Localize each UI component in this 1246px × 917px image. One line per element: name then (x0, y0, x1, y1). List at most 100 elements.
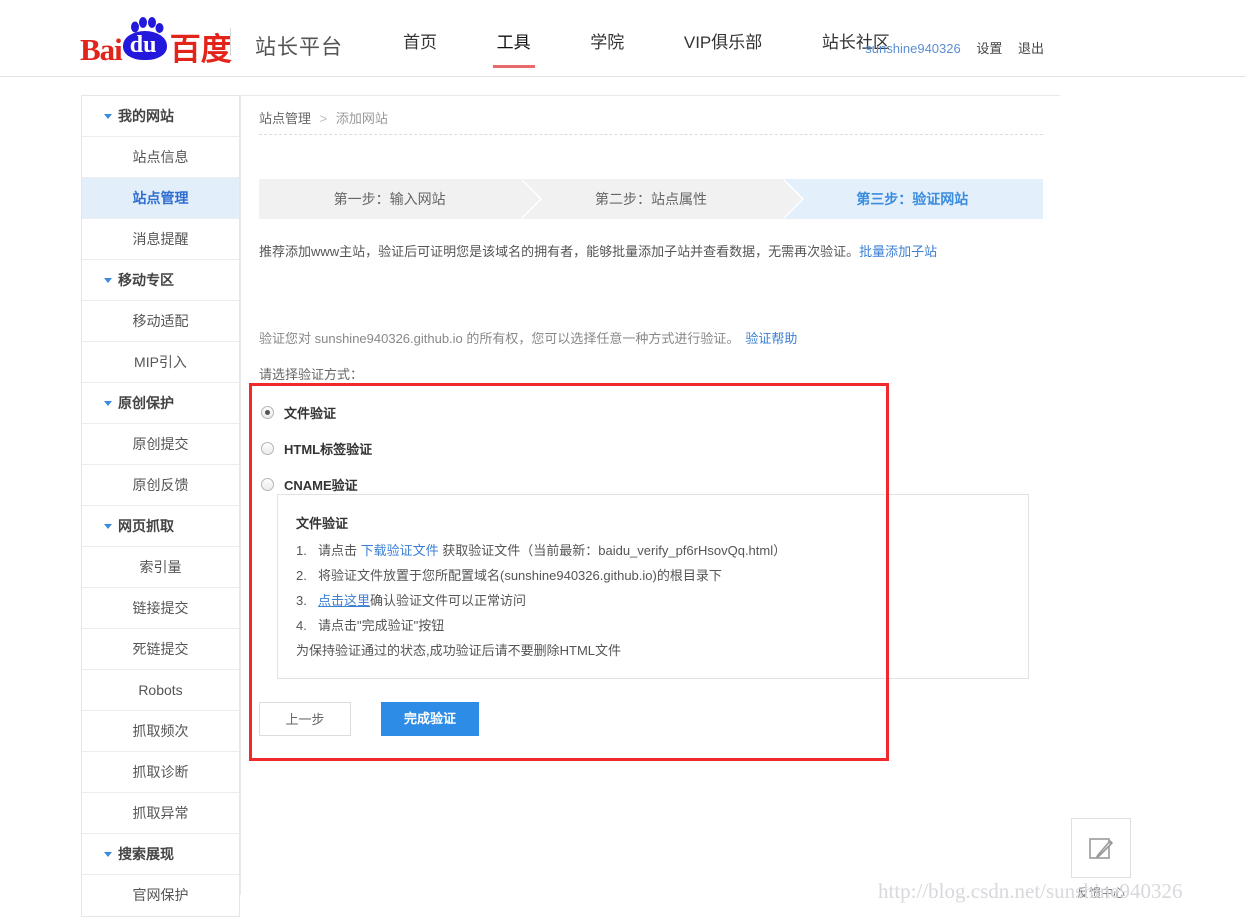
chevron-down-icon (104, 524, 112, 529)
main-nav: 首页 工具 学院 VIP俱乐部 站长社区 (375, 22, 918, 76)
sidebar-item-mobile-adaptation[interactable]: 移动适配 (82, 301, 239, 342)
settings-link[interactable]: 设置 (976, 41, 1002, 56)
nav-item-tools[interactable]: 工具 (475, 22, 553, 76)
feedback-icon-box[interactable] (1071, 818, 1131, 878)
step-1[interactable]: 第一步：输入网站 (259, 179, 543, 219)
sidebar-item-crawl-frequency[interactable]: 抓取频次 (82, 711, 239, 752)
logo-du-text: du (129, 32, 157, 58)
instruction-pre-text: 请点击"完成验证"按钮 (318, 618, 445, 633)
logout-link[interactable]: 退出 (1018, 41, 1044, 56)
ownership-note: 验证您对 sunshine940326.github.io 的所有权，您可以选择… (259, 328, 797, 347)
chevron-down-icon (104, 401, 112, 406)
baidu-logo[interactable]: Bai du 百度 (80, 17, 232, 69)
instruction-number: 4. (296, 618, 307, 633)
sidebar-group-web-crawl[interactable]: 网页抓取 (82, 506, 239, 547)
sidebar-item-site-info[interactable]: 站点信息 (82, 137, 239, 178)
nav-item-home[interactable]: 首页 (381, 22, 459, 76)
sidebar-item-crawl-diagnosis[interactable]: 抓取诊断 (82, 752, 239, 793)
instruction-number: 1. (296, 543, 307, 558)
breadcrumb-divider (259, 134, 1043, 135)
page-description-text: 推荐添加www主站，验证后可证明您是该域名的拥有者，能够批量添加子站并查看数据，… (259, 244, 860, 259)
file-verify-instructions-panel: 文件验证 1. 请点击 下载验证文件 获取验证文件（当前最新：baidu_veri… (277, 494, 1029, 679)
radio-option-file-verify[interactable]: 文件验证 (261, 394, 372, 430)
sidebar-item-robots[interactable]: Robots (82, 670, 239, 711)
radio-option-html-tag-verify[interactable]: HTML标签验证 (261, 430, 372, 466)
chevron-down-icon (104, 114, 112, 119)
step-2[interactable]: 第二步：站点属性 (520, 179, 804, 219)
sidebar-item-mip-import[interactable]: MIP引入 (82, 342, 239, 383)
instruction-step-3: 3. 点击这里确认验证文件可以正常访问 (296, 588, 996, 613)
logo-du-badge: du (122, 17, 167, 60)
breadcrumb: 站点管理 > 添加网站 (259, 108, 388, 127)
sidebar-group-original-protection[interactable]: 原创保护 (82, 383, 239, 424)
sidebar-nav: 我的网站 站点信息 站点管理 消息提醒 移动专区 移动适配 MIP引入 原创保护… (81, 95, 240, 917)
sidebar-group-mobile-zone[interactable]: 移动专区 (82, 260, 239, 301)
choose-method-label: 请选择验证方式： (259, 367, 364, 382)
sidebar-group-label: 移动专区 (118, 272, 174, 288)
sidebar-item-index-count[interactable]: 索引量 (82, 547, 239, 588)
username-link[interactable]: sunshine940326 (865, 41, 960, 56)
feedback-widget[interactable]: 反馈中心 (1071, 818, 1131, 901)
instruction-post-text: 确认验证文件可以正常访问 (370, 593, 527, 608)
breadcrumb-current: 添加网站 (335, 111, 388, 126)
sidebar-group-label: 原创保护 (118, 395, 174, 411)
main-content: 站点管理 > 添加网站 推荐添加www主站，验证后可证明您是该域名的拥有者，能够… (240, 95, 1060, 895)
radio-icon[interactable] (261, 441, 274, 455)
radio-icon[interactable] (261, 477, 274, 491)
chevron-down-icon (104, 852, 112, 857)
instruction-number: 2. (296, 568, 307, 583)
header-divider (230, 28, 231, 56)
logo-cn-text: 百度 (169, 32, 232, 67)
step-3-label: 第三步：验证网站 (856, 191, 969, 207)
step-1-label: 第一步：输入网站 (333, 191, 446, 207)
chevron-down-icon (104, 278, 112, 283)
sidebar-item-message-alerts[interactable]: 消息提醒 (82, 219, 239, 260)
batch-add-subsite-link[interactable]: 批量添加子站 (859, 244, 937, 259)
sidebar-group-label: 搜索展现 (118, 846, 174, 862)
step-2-label: 第二步：站点属性 (594, 191, 707, 207)
breadcrumb-separator: > (319, 111, 328, 126)
nav-item-vip-club[interactable]: VIP俱乐部 (662, 22, 784, 76)
radio-label: CNAME验证 (284, 477, 358, 493)
site-header: Bai du 百度 站长平台 首页 工具 学院 VIP俱乐部 站长社区 suns… (0, 0, 1246, 77)
instructions-title: 文件验证 (296, 516, 349, 531)
breadcrumb-root[interactable]: 站点管理 (259, 111, 311, 126)
verify-help-link[interactable]: 验证帮助 (745, 331, 797, 346)
feedback-label: 反馈中心 (1076, 886, 1125, 900)
nav-item-academy[interactable]: 学院 (568, 22, 646, 76)
radio-icon[interactable] (261, 405, 274, 419)
verify-method-radio-group: 文件验证 HTML标签验证 CNAME验证 (261, 394, 372, 502)
instruction-post-text: 获取验证文件（当前最新：baidu_verify_pf6rHsovQq.html… (438, 543, 787, 558)
sidebar-item-original-feedback[interactable]: 原创反馈 (82, 465, 239, 506)
sidebar-item-site-management[interactable]: 站点管理 (82, 178, 239, 219)
form-actions: 上一步 完成验证 (259, 702, 479, 736)
sidebar-group-search-display[interactable]: 搜索展现 (82, 834, 239, 875)
sidebar-group-label: 网页抓取 (118, 518, 174, 534)
click-here-link[interactable]: 点击这里 (318, 593, 370, 608)
instruction-pre-text: 请点击 (318, 543, 361, 558)
sidebar-item-original-submit[interactable]: 原创提交 (82, 424, 239, 465)
finish-verification-button[interactable]: 完成验证 (381, 702, 479, 736)
instruction-pre-text: 将验证文件放置于您所配置域名(sunshine940326.github.io)… (318, 568, 722, 583)
sidebar-item-dead-link-submit[interactable]: 死链提交 (82, 629, 239, 670)
sidebar-item-official-site-protection[interactable]: 官网保护 (82, 875, 239, 916)
radio-label: 文件验证 (284, 405, 337, 421)
user-area: sunshine940326 设置 退出 (865, 38, 1056, 57)
step-indicator: 第一步：输入网站 第二步：站点属性 第三步：验证网站 (259, 179, 1043, 219)
instructions-note: 为保持验证通过的状态,成功验证后请不要删除HTML文件 (296, 643, 622, 658)
instructions-list: 1. 请点击 下载验证文件 获取验证文件（当前最新：baidu_verify_pf… (296, 538, 996, 638)
instruction-step-4: 4. 请点击"完成验证"按钮 (296, 613, 996, 638)
sidebar-item-crawl-errors[interactable]: 抓取异常 (82, 793, 239, 834)
page-description: 推荐添加www主站，验证后可证明您是该域名的拥有者，能够批量添加子站并查看数据，… (259, 242, 937, 262)
radio-label: HTML标签验证 (284, 441, 373, 457)
sidebar-group-label: 我的网站 (118, 108, 174, 124)
step-3[interactable]: 第三步：验证网站 (781, 179, 1043, 219)
logo-bai-text: Bai (80, 32, 123, 67)
pencil-square-icon (1089, 838, 1113, 859)
download-verify-file-link[interactable]: 下载验证文件 (361, 543, 439, 558)
instruction-step-1: 1. 请点击 下载验证文件 获取验证文件（当前最新：baidu_verify_pf… (296, 538, 996, 563)
ownership-note-text: 验证您对 sunshine940326.github.io 的所有权，您可以选择… (259, 331, 740, 346)
sidebar-item-link-submit[interactable]: 链接提交 (82, 588, 239, 629)
sidebar-group-my-sites[interactable]: 我的网站 (82, 96, 239, 137)
previous-step-button[interactable]: 上一步 (259, 702, 351, 736)
